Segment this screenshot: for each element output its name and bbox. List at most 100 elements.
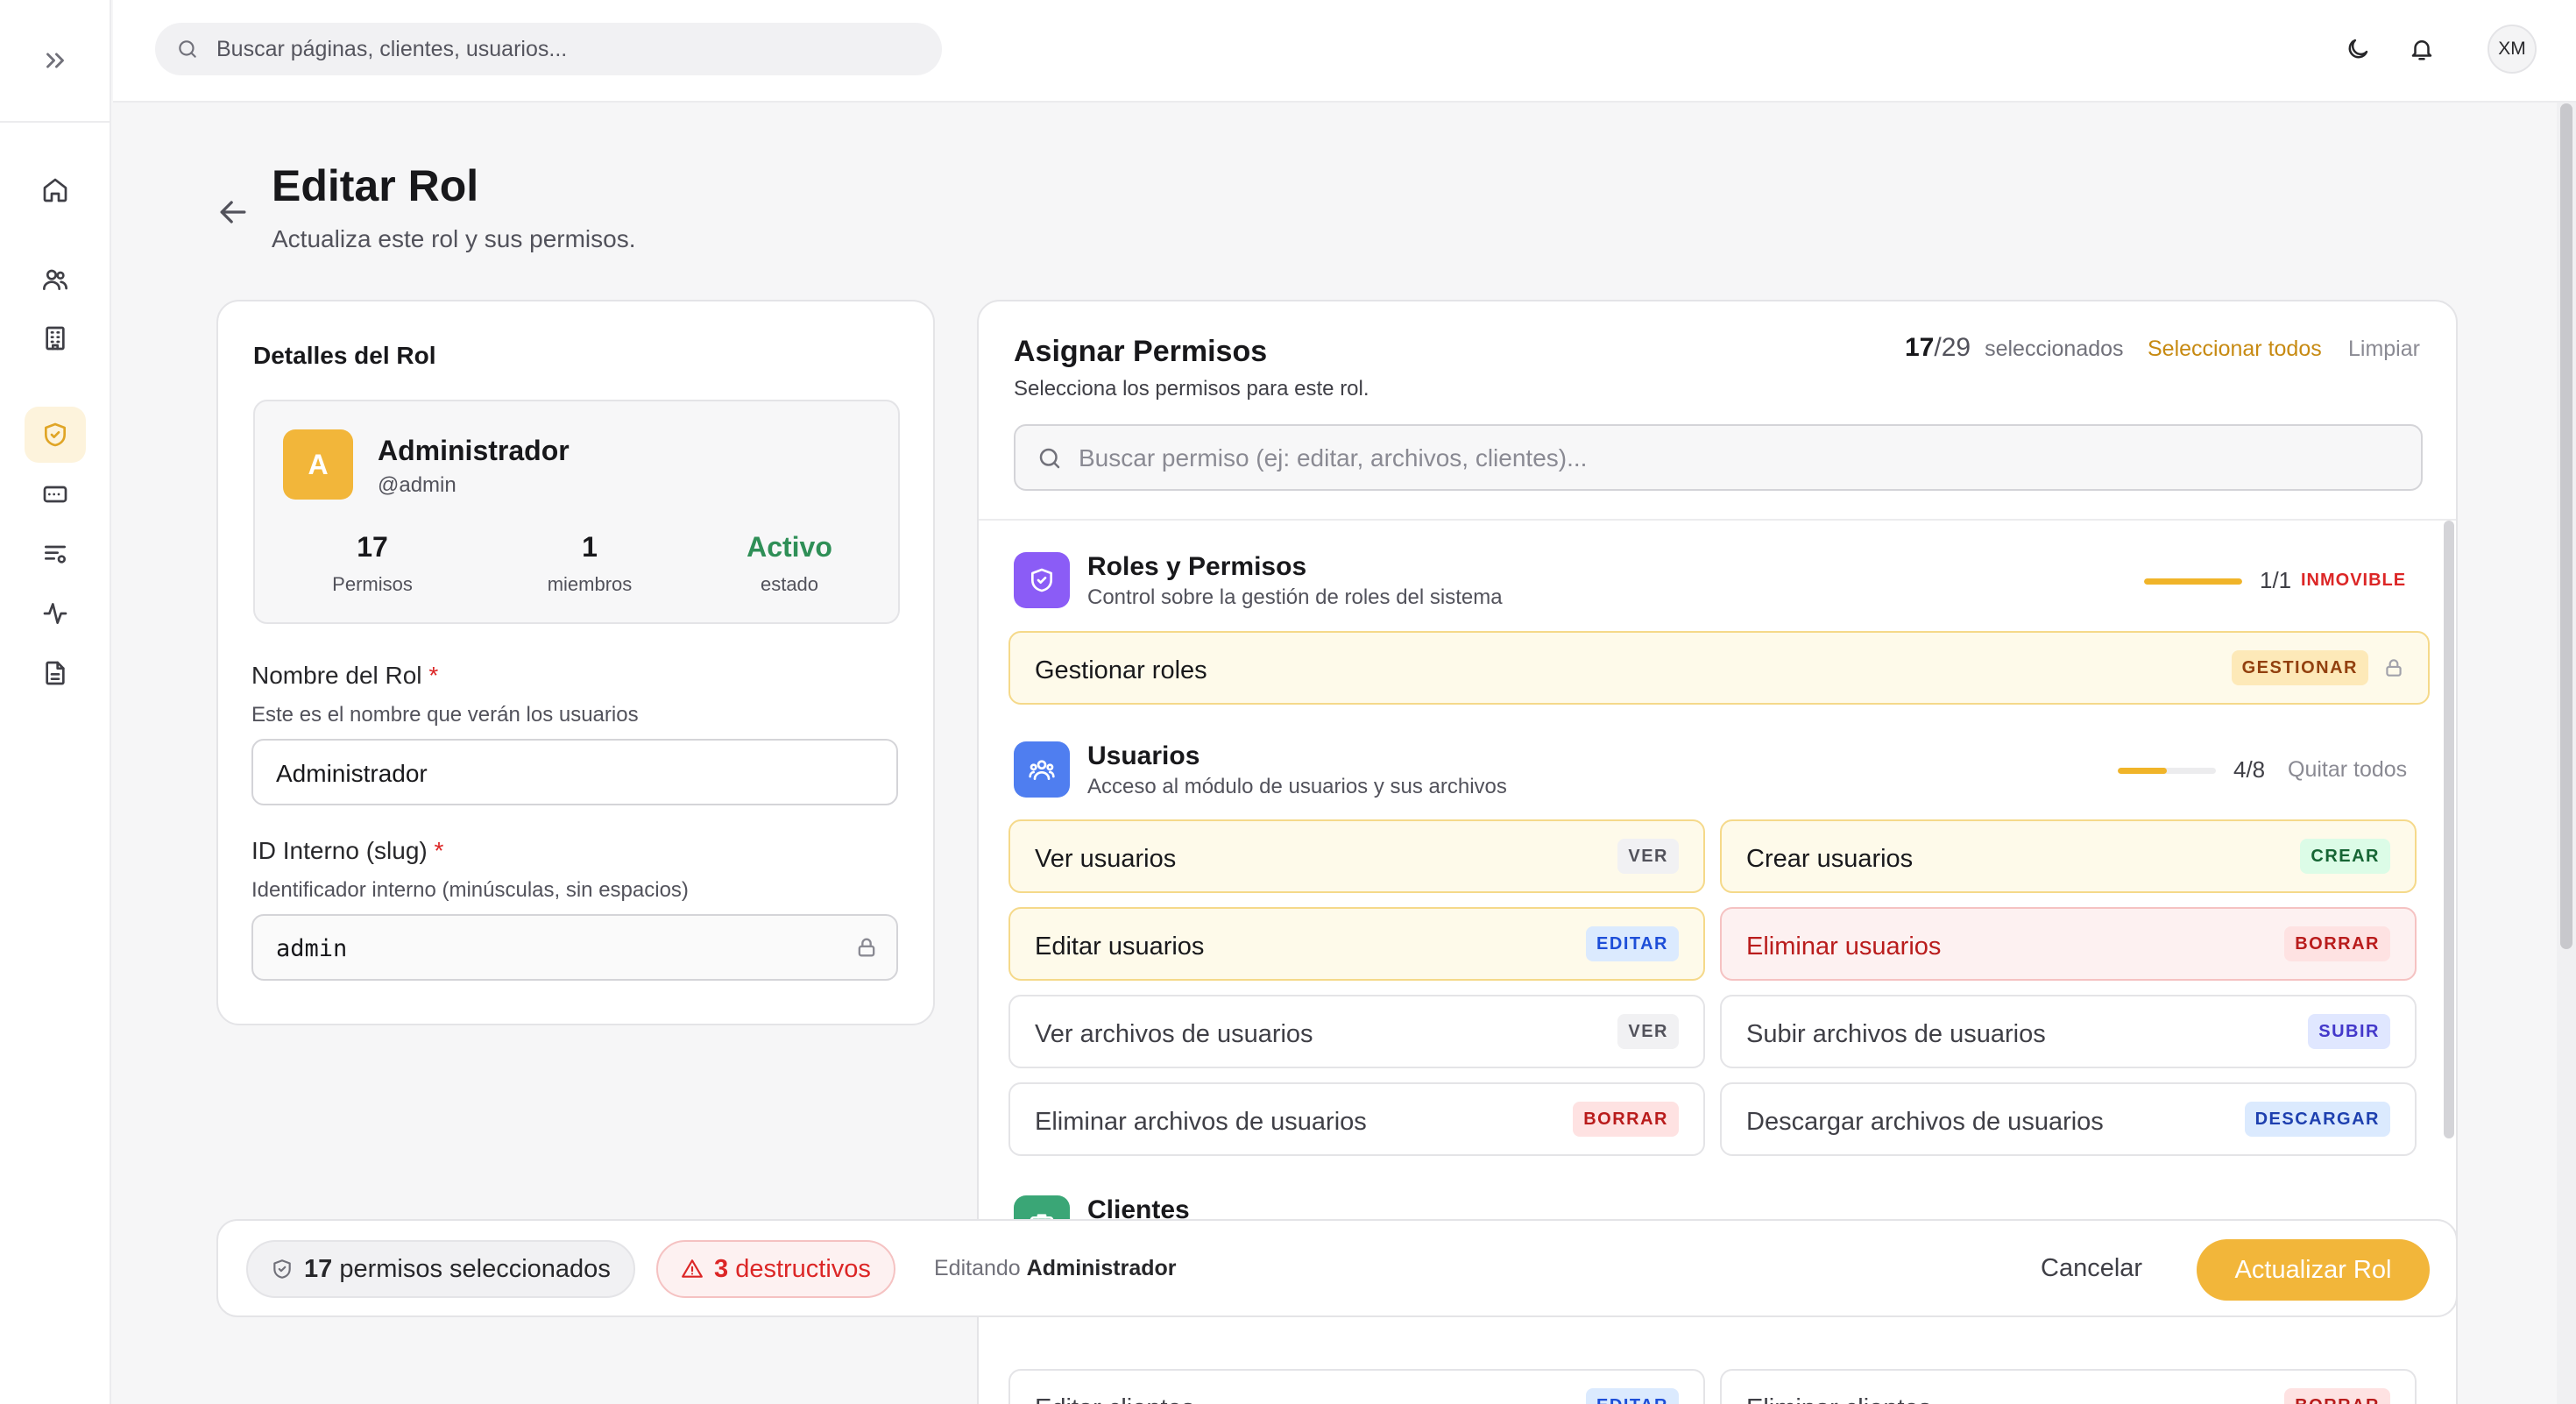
permission-upload-user-files[interactable]: Subir archivos de usuarios SUBIR [1720,995,2417,1068]
back-button[interactable] [214,193,252,231]
permission-label: Eliminar archivos de usuarios [1035,1108,1367,1136]
permission-manage-roles[interactable]: Gestionar roles GESTIONAR [1008,631,2430,705]
permission-edit-clients[interactable]: Editar clientes EDITAR [1008,1369,1705,1404]
role-name-value: Administrador [276,760,428,787]
sidebar-item-cards[interactable] [25,466,86,522]
sidebar-item-users[interactable] [25,252,86,308]
permission-badge: EDITAR [1586,1388,1679,1404]
update-role-button[interactable]: Actualizar Rol [2197,1239,2430,1301]
roles-group-progress-fill [2144,578,2242,585]
permission-view-users[interactable]: Ver usuarios VER [1008,819,1705,893]
arrow-left-icon [214,193,252,231]
permission-badge: VER [1617,839,1679,874]
stat-status-label: estado [760,573,819,595]
cancel-button[interactable]: Cancelar [2041,1254,2142,1283]
permission-badge: BORRAR [2284,1388,2390,1404]
role-name-input[interactable]: Administrador [251,739,898,805]
home-icon [41,176,69,204]
users-group-count: 4/8 [2233,756,2266,783]
permission-delete-user-files[interactable]: Eliminar archivos de usuarios BORRAR [1008,1082,1705,1156]
selected-permissions-pill: 17 permisos seleccionados [246,1240,635,1298]
stat-permissions-value: 17 [357,531,388,563]
permission-download-user-files[interactable]: Descargar archivos de usuarios DESCARGAR [1720,1082,2417,1156]
sidebar-item-lists[interactable] [25,526,86,582]
shield-icon [271,1258,294,1280]
bell-icon [2409,36,2435,62]
permission-label: Ver usuarios [1035,845,1177,873]
permission-badge: VER [1617,1014,1679,1049]
moon-icon [2345,36,2371,62]
sidebar-item-documents[interactable] [25,645,86,701]
select-all-button[interactable]: Seleccionar todos [2148,337,2322,362]
building-icon [41,324,69,352]
sidebar [0,0,111,1404]
permission-edit-users[interactable]: Editar usuarios EDITAR [1008,907,1705,981]
role-name-label: Nombre del Rol * [251,662,438,690]
search-icon [176,38,199,60]
roles-group-locked-label: INMOVIBLE [2301,571,2407,590]
permission-delete-users[interactable]: Eliminar usuarios BORRAR [1720,907,2417,981]
permission-label: Editar clientes [1035,1394,1194,1404]
selection-count: 17 [1905,333,1935,362]
sidebar-item-clients[interactable] [25,310,86,366]
sidebar-item-roles[interactable] [25,407,86,463]
user-avatar[interactable]: XM [2488,25,2537,74]
permission-badge: GESTIONAR [2231,650,2368,685]
expand-sidebar-icon[interactable] [40,46,70,75]
permission-badge: SUBIR [2308,1014,2390,1049]
selected-permissions-text: permisos seleccionados [339,1254,611,1283]
role-slug-input: admin [251,914,898,981]
selected-permissions-count: 17 [304,1254,333,1283]
sidebar-item-home[interactable] [25,162,86,218]
notifications-button[interactable] [2399,26,2445,72]
card-icon [41,480,69,508]
selection-total: /29 [1934,333,1971,362]
lock-icon [854,935,879,960]
role-slug-value: admin [276,935,348,962]
theme-toggle-button[interactable] [2335,26,2381,72]
users-icon [41,266,69,294]
list-settings-icon [41,540,69,568]
users-group-progress [2118,768,2216,774]
role-slug-label-text: ID Interno (slug) [251,837,428,864]
action-footer: 17 permisos seleccionados 3 destructivos… [216,1219,2458,1317]
selection-label: seleccionados [1985,337,2124,361]
users-group-remove-all-button[interactable]: Quitar todos [2288,757,2407,783]
stat-status-value: Activo [747,531,832,563]
permission-search-input[interactable]: Buscar permiso (ej: editar, archivos, cl… [1014,424,2423,491]
roles-group-icon [1014,552,1070,608]
users-group-icon [1014,741,1070,798]
permissions-subheading: Selecciona los permisos para este rol. [1014,377,1369,401]
permission-create-users[interactable]: Crear usuarios CREAR [1720,819,2417,893]
users-group-progress-fill [2118,768,2167,774]
destructive-text: destructivos [735,1254,871,1283]
page-title: Editar Rol [272,161,479,210]
clear-selection-button[interactable]: Limpiar [2348,337,2420,362]
required-mark: * [428,662,439,689]
page-scrollbar-thumb[interactable] [2560,103,2572,949]
global-search-input[interactable]: Buscar páginas, clientes, usuarios... [155,23,942,75]
permission-view-user-files[interactable]: Ver archivos de usuarios VER [1008,995,1705,1068]
permissions-scrollbar[interactable] [2444,521,2454,1138]
divider [979,519,2456,521]
destructive-permissions-pill: 3 destructivos [656,1240,895,1298]
search-icon [1037,445,1063,472]
permission-search-placeholder: Buscar permiso (ej: editar, archivos, cl… [1079,444,1588,472]
stat-permissions-label: Permisos [332,573,413,595]
role-handle: @admin [378,473,456,497]
permission-delete-clients[interactable]: Eliminar clientes BORRAR [1720,1369,2417,1404]
permission-label: Ver archivos de usuarios [1035,1020,1313,1048]
document-icon [41,659,69,687]
role-name-help: Este es el nombre que verán los usuarios [251,703,639,727]
permission-label: Descargar archivos de usuarios [1746,1108,2104,1136]
role-name-label-text: Nombre del Rol [251,662,422,689]
lock-icon [2382,656,2405,679]
page-subtitle: Actualiza este rol y sus permisos. [272,225,636,252]
sidebar-item-activity[interactable] [25,585,86,642]
destructive-count: 3 [714,1254,729,1283]
role-slug-label: ID Interno (slug) * [251,837,443,865]
permission-badge: CREAR [2300,839,2390,874]
permission-label: Subir archivos de usuarios [1746,1020,2046,1048]
shield-check-icon [41,421,69,449]
editing-indicator: Editando Administrador [934,1256,1177,1281]
